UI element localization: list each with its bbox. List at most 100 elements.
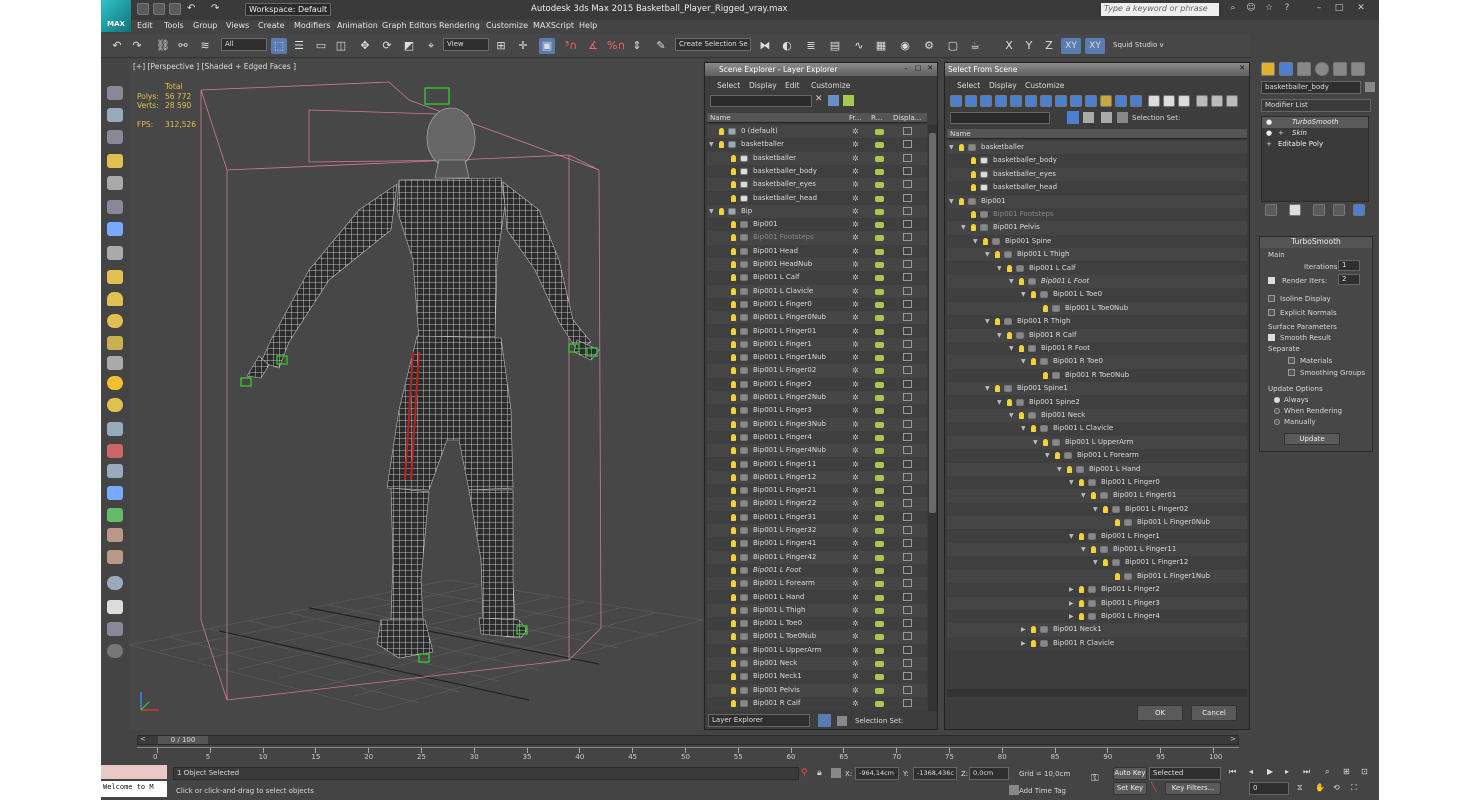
freeze-icon[interactable]: ✲ [852, 497, 859, 510]
expand-toggle-icon[interactable]: ▼ [997, 262, 1002, 275]
stack-item-skin[interactable]: ● + Skin [1262, 128, 1368, 139]
selection-set-icon[interactable] [1117, 112, 1128, 123]
display-geometry-icon[interactable] [950, 95, 962, 107]
freeze-icon[interactable]: ✲ [852, 537, 859, 550]
visibility-bulb-icon[interactable] [1019, 345, 1024, 352]
display-groups-icon[interactable] [1040, 95, 1052, 107]
rollout-title[interactable]: TurboSmooth [1260, 237, 1372, 248]
rotate-icon[interactable]: ⟳ [379, 38, 395, 54]
edit-named-selection-icon[interactable]: ✎ [653, 38, 669, 54]
renderable-teapot-icon[interactable] [875, 222, 884, 229]
freeze-icon[interactable]: ✲ [852, 404, 859, 417]
time-slider-thumb[interactable]: 0 / 100 [158, 736, 208, 744]
motion-tab-icon[interactable] [1315, 62, 1329, 76]
display-mode-icon[interactable] [903, 579, 912, 588]
expand-toggle-icon[interactable]: ▼ [985, 315, 990, 328]
visibility-bulb-icon[interactable] [983, 237, 988, 245]
select-by-name-icon[interactable]: ☰ [291, 38, 307, 54]
menu-graph-editors[interactable]: Graph Editors [382, 21, 437, 30]
expand-toggle-icon[interactable]: ▶ [1021, 623, 1026, 636]
freeze-icon[interactable]: ✲ [852, 378, 859, 391]
se-search-input[interactable] [710, 95, 812, 107]
se-tree-row[interactable]: Bip001 L Finger32 ✲ [707, 524, 927, 538]
squid-studio-label[interactable]: Squid Studio v [1113, 41, 1164, 49]
sfs-tree-row[interactable]: ▼ Bip001 L Finger01 [947, 489, 1247, 503]
sfs-menu-customize[interactable]: Customize [1025, 81, 1064, 90]
se-tree-row[interactable]: 0 (default) ✲ [707, 125, 927, 139]
col-name[interactable]: Name [950, 129, 971, 139]
expand-toggle-icon[interactable]: ▼ [1033, 436, 1038, 449]
visibility-bulb-icon[interactable] [731, 473, 736, 481]
visibility-bulb-icon[interactable] [971, 184, 976, 192]
display-helpers-icon[interactable] [1010, 95, 1022, 107]
menu-rendering[interactable]: Rendering [439, 21, 480, 30]
display-mode-icon[interactable] [903, 486, 912, 495]
freeze-icon[interactable]: ✲ [852, 431, 859, 444]
selection-filter-dropdown[interactable]: All [221, 38, 267, 51]
renderable-teapot-icon[interactable] [875, 395, 884, 401]
freeze-icon[interactable]: ✲ [852, 178, 859, 191]
se-tree-row[interactable]: Bip001 L Toe0 ✲ [707, 617, 927, 631]
display-mode-icon[interactable] [903, 366, 912, 375]
search-icon[interactable]: ⌕ [1225, 3, 1241, 16]
smoothing-groups-checkbox[interactable] [1288, 369, 1295, 376]
visibility-bulb-icon[interactable] [719, 207, 724, 215]
sfs-tree-row[interactable]: basketballer_body [947, 154, 1247, 168]
freeze-icon[interactable]: ✲ [852, 245, 859, 258]
freeze-icon[interactable]: ✲ [852, 458, 859, 471]
sun-icon[interactable] [107, 376, 123, 390]
sfs-tree-row[interactable]: Bip001 Footsteps [947, 208, 1247, 222]
x-coordinate-field[interactable]: -964,14cm [855, 767, 899, 780]
redo-icon[interactable]: ↷ [211, 3, 223, 15]
sort-icon[interactable] [1226, 95, 1238, 107]
menu-group[interactable]: Group [193, 21, 217, 30]
renderable-teapot-icon[interactable] [875, 235, 884, 242]
display-mode-icon[interactable] [903, 685, 912, 694]
display-mode-icon[interactable] [903, 153, 912, 162]
strip-tool-icon[interactable] [107, 550, 123, 564]
expand-toggle-icon[interactable]: ▶ [1069, 583, 1074, 596]
renderable-teapot-icon[interactable] [875, 607, 884, 614]
show-end-result-icon[interactable] [1289, 204, 1301, 216]
strip-tool-icon[interactable] [107, 622, 123, 636]
rectangular-selection-icon[interactable]: ▭ [313, 38, 329, 54]
renderable-teapot-icon[interactable] [875, 661, 884, 667]
visibility-bulb-icon[interactable] [1043, 371, 1048, 379]
display-mode-icon[interactable] [903, 698, 912, 707]
strip-tool-icon[interactable] [107, 398, 123, 412]
renderable-teapot-icon[interactable] [875, 514, 884, 521]
se-tree-row[interactable]: Bip001 L Finger0 ✲ [707, 297, 927, 312]
add-time-tag-button[interactable]: Add Time Tag [1019, 787, 1066, 795]
visibility-bulb-icon[interactable] [731, 300, 736, 308]
snaps-toggle-icon[interactable]: ³∩ [563, 38, 579, 54]
expand-toggle-icon[interactable]: ▼ [985, 248, 990, 261]
visibility-bulb-icon[interactable] [731, 460, 736, 468]
se-tree-row[interactable]: Bip001 L UpperArm ✲ [707, 643, 927, 657]
display-mode-icon[interactable] [903, 379, 912, 388]
redo-icon[interactable]: ↷ [129, 38, 145, 54]
expand-toggle-icon[interactable]: ▶ [1069, 597, 1074, 610]
bulb-icon[interactable]: ● [1266, 129, 1272, 137]
se-tree-row[interactable]: Bip001 L Toe0Nub ✲ [707, 630, 927, 644]
menu-modifiers[interactable]: Modifiers [294, 21, 331, 30]
visibility-bulb-icon[interactable] [995, 251, 1000, 259]
expand-toggle-icon[interactable]: ▼ [1081, 489, 1086, 502]
renderable-teapot-icon[interactable] [875, 275, 884, 282]
se-tree-row[interactable]: Bip001 L Finger2Nub ✲ [707, 391, 927, 405]
sfs-tree-row[interactable]: ▼ Bip001 Pelvis [947, 221, 1247, 235]
renderable-teapot-icon[interactable] [875, 315, 884, 322]
undo-icon[interactable]: ↶ [187, 3, 199, 15]
se-tree-row[interactable]: Bip001 L Finger2 ✲ [707, 377, 927, 391]
menu-tools[interactable]: Tools [164, 21, 184, 30]
modifier-list-dropdown[interactable]: Modifier List [1261, 99, 1371, 112]
visibility-bulb-icon[interactable] [971, 211, 976, 218]
se-tree-row[interactable]: Bip001 L Forearm ✲ [707, 577, 927, 591]
visibility-bulb-icon[interactable] [1115, 572, 1120, 580]
visibility-bulb-icon[interactable] [731, 673, 736, 681]
visibility-bulb-icon[interactable] [731, 354, 736, 362]
expand-toggle-icon[interactable]: ▶ [1069, 610, 1074, 623]
sfs-tree-row[interactable]: Bip001 L Finger0Nub [947, 516, 1247, 530]
display-lights-icon[interactable] [980, 95, 992, 107]
freeze-icon[interactable]: ✲ [852, 351, 859, 364]
freeze-icon[interactable]: ✲ [852, 471, 859, 484]
